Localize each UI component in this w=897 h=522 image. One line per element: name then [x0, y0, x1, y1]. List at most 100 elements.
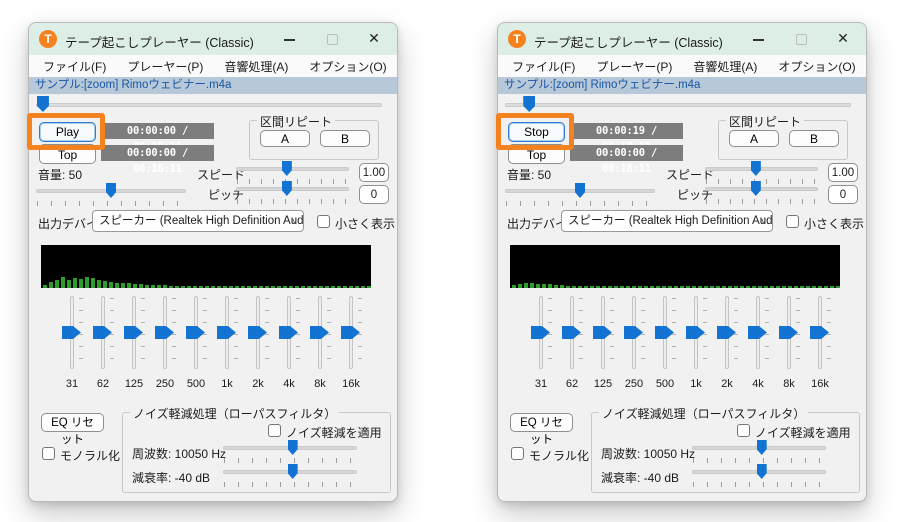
- seek-track[interactable]: [36, 103, 382, 107]
- attenuation-slider[interactable]: [223, 464, 357, 488]
- eq-slider-4k[interactable]: 4k: [277, 296, 301, 394]
- eq-slider-1k[interactable]: 1k: [684, 296, 708, 394]
- eq-slider-125[interactable]: 125: [591, 296, 615, 394]
- eq-slider-500[interactable]: 500: [653, 296, 677, 394]
- volume-slider[interactable]: [36, 183, 186, 207]
- pitch-value-box[interactable]: 0: [828, 185, 858, 204]
- attenuation-thumb[interactable]: [757, 464, 767, 479]
- spectrum-bar: [85, 277, 89, 288]
- eq-slider-2k[interactable]: 2k: [715, 296, 739, 394]
- menu-options[interactable]: オプション(O): [306, 57, 389, 76]
- eq-slider-8k[interactable]: 8k: [777, 296, 801, 394]
- menu-player[interactable]: プレーヤー(P): [124, 57, 206, 76]
- speed-thumb[interactable]: [751, 161, 761, 176]
- pitch-thumb[interactable]: [751, 181, 761, 196]
- spectrum-bar: [349, 286, 353, 288]
- seek-thumb[interactable]: [37, 96, 49, 112]
- menu-file[interactable]: ファイル(F): [40, 57, 109, 76]
- pitch-value-box[interactable]: 0: [359, 185, 389, 204]
- eq-reset-button[interactable]: EQ リセット: [510, 413, 573, 432]
- noise-apply-checkbox[interactable]: [268, 424, 281, 437]
- noise-apply-checkbox[interactable]: [737, 424, 750, 437]
- attenuation-thumb[interactable]: [288, 464, 298, 479]
- spectrum-bar: [518, 284, 522, 288]
- time-top-display: 00:00:00 / 00:18:11: [101, 145, 214, 161]
- frequency-slider[interactable]: [223, 440, 357, 464]
- eq-reset-button[interactable]: EQ リセット: [41, 413, 104, 432]
- frequency-thumb[interactable]: [757, 440, 767, 455]
- repeat-b-button[interactable]: B: [320, 130, 370, 147]
- frequency-thumb[interactable]: [288, 440, 298, 455]
- close-button[interactable]: ✕: [822, 23, 864, 55]
- repeat-b-button[interactable]: B: [789, 130, 839, 147]
- output-device-select[interactable]: スピーカー (Realtek High Definition Audio(S ∨: [561, 210, 773, 232]
- maximize-button[interactable]: [311, 23, 353, 55]
- speed-value-box[interactable]: 1.00: [359, 163, 389, 182]
- speed-thumb[interactable]: [282, 161, 292, 176]
- title-bar[interactable]: T テープ起こしプレーヤー (Classic) ✕: [498, 23, 866, 55]
- eq-slider-250[interactable]: 250: [153, 296, 177, 394]
- mono-checkbox[interactable]: [511, 447, 524, 460]
- small-view-checkbox[interactable]: [317, 215, 330, 228]
- seek-slider[interactable]: [505, 96, 851, 114]
- repeat-a-button[interactable]: A: [260, 130, 310, 147]
- output-device-select[interactable]: スピーカー (Realtek High Definition Audio(S ∨: [92, 210, 304, 232]
- menu-audio-processing[interactable]: 音響処理(A): [221, 57, 291, 76]
- speed-track[interactable]: [705, 167, 818, 171]
- minimize-button[interactable]: [738, 23, 780, 55]
- seek-track[interactable]: [505, 103, 851, 107]
- spectrum-display: [41, 245, 371, 288]
- menu-audio-processing[interactable]: 音響処理(A): [690, 57, 760, 76]
- eq-slider-31[interactable]: 31: [529, 296, 553, 394]
- pitch-thumb[interactable]: [282, 181, 292, 196]
- eq-slider-31[interactable]: 31: [60, 296, 84, 394]
- attenuation-label: 減衰率: -40 dB: [132, 469, 210, 486]
- pitch-slider[interactable]: [705, 181, 818, 205]
- eq-slider-1k[interactable]: 1k: [215, 296, 239, 394]
- noise-group-label: ノイズ軽減処理（ローパスフィルタ）: [599, 405, 808, 422]
- eq-slider-125[interactable]: 125: [122, 296, 146, 394]
- mono-label: モノラル化: [60, 447, 120, 464]
- pitch-track[interactable]: [236, 187, 349, 191]
- pitch-track[interactable]: [705, 187, 818, 191]
- frequency-slider[interactable]: [692, 440, 826, 464]
- attenuation-slider[interactable]: [692, 464, 826, 488]
- close-button[interactable]: ✕: [353, 23, 395, 55]
- spectrum-bar: [716, 286, 720, 288]
- eq-slider-62[interactable]: 62: [560, 296, 584, 394]
- eq-band-label: 62: [560, 378, 584, 390]
- eq-slider-500[interactable]: 500: [184, 296, 208, 394]
- maximize-button[interactable]: [780, 23, 822, 55]
- menu-file[interactable]: ファイル(F): [509, 57, 578, 76]
- volume-thumb[interactable]: [106, 183, 116, 198]
- eq-slider-250[interactable]: 250: [622, 296, 646, 394]
- seek-slider[interactable]: [36, 96, 382, 114]
- speed-value-box[interactable]: 1.00: [828, 163, 858, 182]
- mono-checkbox[interactable]: [42, 447, 55, 460]
- eq-slider-62[interactable]: 62: [91, 296, 115, 394]
- menu-player[interactable]: プレーヤー(P): [593, 57, 675, 76]
- eq-slider-8k[interactable]: 8k: [308, 296, 332, 394]
- spectrum-bar: [614, 286, 618, 288]
- spectrum-bar: [199, 286, 203, 288]
- spectrum-bar: [662, 286, 666, 288]
- speed-track[interactable]: [236, 167, 349, 171]
- volume-thumb[interactable]: [575, 183, 585, 198]
- spectrum-bar: [758, 286, 762, 288]
- volume-slider[interactable]: [505, 183, 655, 207]
- spectrum-bar: [572, 286, 576, 288]
- eq-band-label: 1k: [684, 378, 708, 390]
- eq-slider-16k[interactable]: 16k: [808, 296, 832, 394]
- title-bar[interactable]: T テープ起こしプレーヤー (Classic) ✕: [29, 23, 397, 55]
- small-view-checkbox[interactable]: [786, 215, 799, 228]
- minimize-icon: [284, 39, 295, 41]
- seek-thumb[interactable]: [523, 96, 535, 112]
- pitch-slider[interactable]: [236, 181, 349, 205]
- eq-slider-2k[interactable]: 2k: [246, 296, 270, 394]
- eq-slider-4k[interactable]: 4k: [746, 296, 770, 394]
- menu-options[interactable]: オプション(O): [775, 57, 858, 76]
- repeat-a-button[interactable]: A: [729, 130, 779, 147]
- spectrum-bar: [728, 286, 732, 288]
- eq-slider-16k[interactable]: 16k: [339, 296, 363, 394]
- minimize-button[interactable]: [269, 23, 311, 55]
